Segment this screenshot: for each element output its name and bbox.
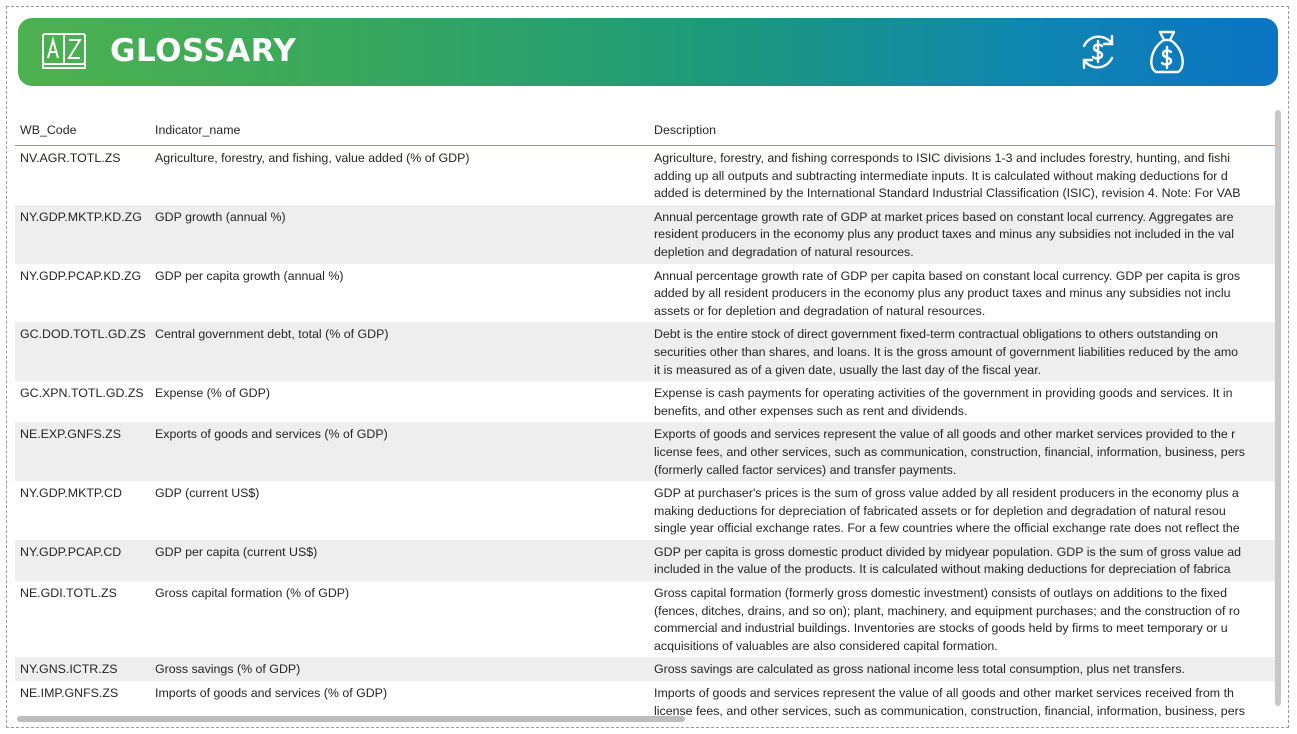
description-line: Gross capital formation (formerly gross … [654,586,1227,601]
table-row[interactable]: NY.GDP.PCAP.KD.ZG GDP per capita growth (… [15,264,1277,323]
description-line: license fees, and other services, such a… [654,444,1245,459]
glossary-table: WB_Code Indicator_name Description NV.AG… [15,110,1277,720]
cell-description: Agriculture, forestry, and fishing corre… [649,146,1277,205]
cell-wb-code: GC.XPN.TOTL.GD.ZS [20,386,144,401]
page-title: GLOSSARY [110,33,297,69]
cell-wb-code: NE.IMP.GNFS.ZS [20,686,119,701]
description-line: assets or for depletion and degradation … [654,303,986,318]
cell-indicator-name: Agriculture, forestry, and fishing, valu… [155,151,470,165]
horizontal-scrollbar[interactable] [17,716,685,722]
table-body: NV.AGR.TOTL.ZS Agriculture, forestry, and… [15,146,1277,721]
description-line: Annual percentage growth rate of GDP at … [654,209,1234,224]
az-book-icon [42,33,86,69]
cell-wb-code: NE.EXP.GNFS.ZS [15,422,150,482]
description-line: Agriculture, forestry, and fishing corre… [654,151,1230,165]
description-line: it is measured as of a given date, usual… [654,362,1042,377]
cell-indicator-name: GDP per capita growth (annual %) [155,268,344,283]
description-line: (formerly called factor services) and tr… [654,462,957,477]
description-line: adding up all outputs and subtracting in… [654,168,1228,183]
description-line: single year official exchange rates. For… [654,521,1240,536]
table-row[interactable]: NY.GDP.PCAP.CD GDP per capita (current US… [15,539,1277,582]
cell-description: Debt is the entire stock of direct gover… [649,322,1277,382]
description-line: GDP at purchaser's prices is the sum of … [654,486,1239,501]
currency-exchange-icon[interactable] [1076,30,1120,74]
cell-indicator-name: GDP (current US$) [155,486,260,501]
table-row[interactable]: GC.DOD.TOTL.GD.ZS Central government debt… [15,322,1277,382]
table-row[interactable]: NE.GDI.TOTL.ZS Gross capital formation (%… [15,581,1277,657]
cell-indicator-name: GDP per capita (current US$) [150,539,649,582]
cell-description: GDP per capita is gross domestic product… [649,539,1277,582]
description-line: Exports of goods and services represent … [654,427,1236,442]
cell-wb-code: NY.GDP.MKTP.CD [20,486,122,501]
description-line: depletion and degradation of natural res… [654,244,914,259]
cell-wb-code: GC.DOD.TOTL.GD.ZS [15,322,150,382]
table-row[interactable]: NY.GNS.ICTR.ZS Gross savings (% of GDP) Gr… [15,657,1277,682]
description-line: Gross savings are calculated as gross na… [654,662,1185,677]
cell-description: Annual percentage growth rate of GDP at … [649,204,1277,264]
money-bag-icon[interactable] [1144,28,1190,76]
cell-description: Imports of goods and services represent … [649,681,1277,720]
table-header-row: WB_Code Indicator_name Description [15,110,1277,146]
cell-wb-code: NY.GDP.PCAP.KD.ZG [20,268,142,283]
cell-description: Gross savings are calculated as gross na… [649,657,1277,682]
cell-description: Gross capital formation (formerly gross … [649,581,1277,657]
cell-description: Expense is cash payments for operating a… [649,381,1277,422]
cell-indicator-name: Gross capital formation (% of GDP) [155,586,350,601]
cell-indicator-name: GDP growth (annual %) [150,204,649,264]
cell-wb-code: NY.GDP.MKTP.KD.ZG [15,204,150,264]
description-line: benefits, and other expenses such as ren… [654,403,968,418]
cell-wb-code: NY.GNS.ICTR.ZS [15,657,150,682]
description-line: resident producers in the economy plus a… [654,227,1234,242]
description-line: added by all resident producers in the e… [654,286,1231,301]
description-line: making deductions for depreciation of fa… [654,503,1226,518]
cell-indicator-name: Exports of goods and services (% of GDP) [150,422,649,482]
description-line: acquisitions of valuables are also consi… [654,638,998,653]
description-line: Annual percentage growth rate of GDP per… [654,268,1241,283]
column-header-description[interactable]: Description [649,110,1277,146]
description-line: Expense is cash payments for operating a… [654,386,1233,401]
cell-wb-code: NV.AGR.TOTL.ZS [20,151,121,165]
cell-description: Annual percentage growth rate of GDP per… [649,264,1277,323]
table-row[interactable]: NE.IMP.GNFS.ZS Imports of goods and servi… [15,681,1277,720]
cell-indicator-name: Gross savings (% of GDP) [150,657,649,682]
description-line: added is determined by the International… [654,186,1241,201]
description-line: included in the value of the products. I… [654,562,1231,577]
cell-indicator-name: Expense (% of GDP) [155,386,271,401]
description-line: securities other than shares, and loans.… [654,344,1239,359]
table-row[interactable]: NV.AGR.TOTL.ZS Agriculture, forestry, and… [15,146,1277,205]
description-line: (fences, ditches, drains, and so on); pl… [654,603,1240,618]
glossary-banner: GLOSSARY [18,18,1278,86]
description-line: Imports of goods and services represent … [654,686,1234,701]
cell-wb-code: NY.GDP.PCAP.CD [15,539,150,582]
description-line: license fees, and other services, such a… [654,703,1245,718]
cell-description: GDP at purchaser's prices is the sum of … [649,481,1277,540]
description-line: commercial and industrial buildings. Inv… [654,621,1228,636]
table-row[interactable]: GC.XPN.TOTL.GD.ZS Expense (% of GDP) Expen… [15,381,1277,422]
description-line: Debt is the entire stock of direct gover… [654,327,1219,342]
cell-indicator-name: Central government debt, total (% of GDP… [150,322,649,382]
cell-indicator-name: Imports of goods and services (% of GDP) [155,686,388,701]
cell-description: Exports of goods and services represent … [649,422,1277,482]
table-row[interactable]: NE.EXP.GNFS.ZS Exports of goods and servi… [15,422,1277,482]
column-header-wb-code[interactable]: WB_Code [15,110,150,146]
glossary-table-container[interactable]: WB_Code Indicator_name Description NV.AG… [15,110,1277,720]
column-header-indicator-name[interactable]: Indicator_name [150,110,649,146]
table-row[interactable]: NY.GDP.MKTP.CD GDP (current US$) GDP at pu… [15,481,1277,540]
cell-wb-code: NE.GDI.TOTL.ZS [20,586,117,601]
description-line: GDP per capita is gross domestic product… [654,544,1242,559]
vertical-scrollbar[interactable] [1275,110,1281,706]
table-row[interactable]: NY.GDP.MKTP.KD.ZG GDP growth (annual %) An… [15,204,1277,264]
